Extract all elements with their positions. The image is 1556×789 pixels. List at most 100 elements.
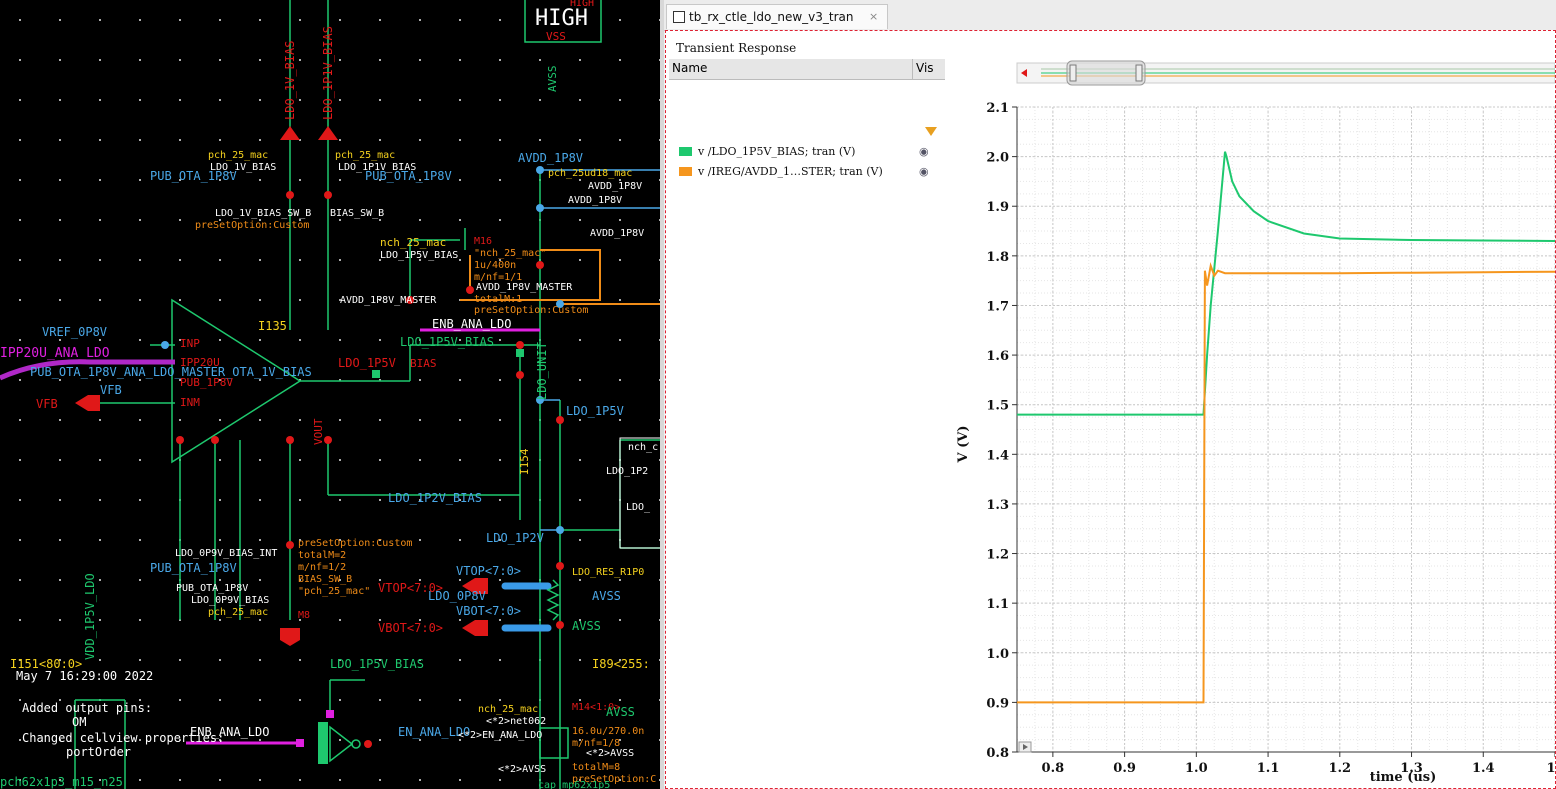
label-pub-ota-c: PUB_OTA_1P8V xyxy=(176,583,248,594)
y-tick-label: 2.0 xyxy=(986,151,1009,166)
label-avss-a: AVSS xyxy=(592,589,621,603)
label-avdd-master-b: AVDD_1P8V_MASTER xyxy=(340,295,437,306)
eye-icon[interactable]: ◉ xyxy=(919,143,929,161)
x-tick-label: 1.4 xyxy=(1472,761,1495,776)
label-nch25-quote: "nch_25_mac" xyxy=(474,248,546,259)
y-tick-label: 0.8 xyxy=(986,746,1009,761)
label-ldo-1p1v-bias: LDO_1P1V_BIAS xyxy=(321,26,335,120)
tab-bar: tb_rx_ctle_ldo_new_v3_tran × xyxy=(664,0,1556,31)
label-vss: VSS xyxy=(546,30,566,43)
signal-name: v /LDO_1P5V_BIAS; tran (V) xyxy=(698,145,856,158)
y-tick-label: 1.2 xyxy=(986,548,1009,563)
label-high-small: HIGH xyxy=(570,0,594,9)
signal-row-avdd-master[interactable]: v /IREG/AVDD_1…STER; tran (V) ◉ xyxy=(679,163,929,181)
label-pub-ota-right: PUB_OTA_1P8V xyxy=(365,169,452,183)
signal-row-ldo-1p5v-bias[interactable]: v /LDO_1P5V_BIAS; tran (V) ◉ xyxy=(679,143,929,161)
label-totalm1: totalM:1 xyxy=(474,294,522,305)
label-wl-16u: 16.0u/270.0n xyxy=(572,726,644,737)
label-enb-ana-ldo-b: ENB_ANA_LDO xyxy=(190,725,269,739)
transient-chart[interactable]: 2.1 2.0 1.9 1.8 1.7 1.6 1.5 1.4 1.3 1.2 1.1 1.0 0.9 0… xyxy=(945,59,1555,788)
y-tick-label: 1.4 xyxy=(986,448,1009,463)
label-pch25-b: pch_25_mac xyxy=(335,150,395,161)
label-en-ana-ldo-2: <*2>EN_ANA_LDO xyxy=(458,730,542,741)
label-preset-2: preSetOption:Custom xyxy=(474,305,588,316)
close-icon[interactable]: × xyxy=(869,5,878,29)
tab-tb-rx-ctle-ldo[interactable]: tb_rx_ctle_ldo_new_v3_tran × xyxy=(666,4,888,29)
label-pub-ota-top: PUB_OTA_1P8V xyxy=(150,169,237,183)
y-tick-label: 1.5 xyxy=(986,399,1009,414)
label-wl-1u: 1u/400n xyxy=(474,260,516,271)
label-avss-3: <*2>AVSS xyxy=(498,764,546,775)
label-ldo-1p5v-bias-a: LDO_1P5V_BIAS xyxy=(380,250,458,261)
label-pch25-quote: "pch_25_mac" xyxy=(298,586,370,597)
label-bias-sw-b2: BIAS_SW_B xyxy=(298,574,352,585)
y-axis-label: V (V) xyxy=(956,425,971,463)
zoom-window-handle[interactable] xyxy=(1066,60,1146,86)
label-i154: I154 xyxy=(518,448,531,475)
label-pub-ota-b: PUB_OTA_1P8V xyxy=(150,561,237,575)
label-ldo-1p2v: LDO_1P2V xyxy=(486,531,544,545)
label-vdd-1p5v-ldo: VDD_1P5V_LDO xyxy=(83,573,97,660)
x-axis-label: time (us) xyxy=(1370,770,1437,785)
label-vtop-right: VTOP<7:0> xyxy=(456,564,521,578)
label-pub-ota-long: PUB_OTA_1P8V_ANA_LDO_MASTER_OTA_1V_BIAS xyxy=(30,365,312,379)
label-ipp20u: IPP20U_ANA_LDO xyxy=(0,346,110,361)
checkbox-icon[interactable] xyxy=(673,11,685,23)
label-vbot-right: VBOT<7:0> xyxy=(456,604,521,618)
x-tick-label: 1.0 xyxy=(1185,761,1208,776)
label-nch-c: nch_c xyxy=(628,442,658,453)
schematic-canvas[interactable]: HIGH HIGH VSS AVSS LDO_1V_BIAS LDO_1P1V_… xyxy=(0,0,660,789)
label-portorder: portOrder xyxy=(66,745,131,759)
label-avdd-d: AVDD_1P8V xyxy=(590,228,644,239)
label-preset-1: preSetOption:Custom xyxy=(195,220,309,231)
panel-title: Transient Response xyxy=(676,41,797,55)
label-pch25-a: pch_25_mac xyxy=(208,150,268,161)
signal-color-swatch xyxy=(679,147,692,156)
label-om: OM xyxy=(72,715,86,729)
label-avss-c: AVSS xyxy=(606,705,635,719)
label-nch25-m16: nch_25_mac xyxy=(380,236,446,249)
signal-list-panel: Name Vis v /LDO_1P5V_BIAS; tran (V) ◉ v … xyxy=(669,59,946,788)
label-totalm8: totalM=8 xyxy=(572,762,620,773)
label-pch-bottom: pch62x1p3_m15_n25 xyxy=(0,775,123,789)
label-ldo-1p2v-bias: LDO_1P2V_BIAS xyxy=(388,491,482,505)
label-enb-ana-ldo: ENB_ANA_LDO xyxy=(432,317,511,331)
label-high: HIGH xyxy=(535,6,588,31)
series-line-1[interactable] xyxy=(1017,261,1555,704)
label-ldo-1v-bias: LDO_1V_BIAS xyxy=(283,41,297,120)
label-ldo-1v-bias-sw-b: LDO_1V_BIAS_SW_B xyxy=(215,208,311,219)
label-pch25-c: pch_25_mac xyxy=(208,607,268,618)
label-inp: INP xyxy=(180,337,200,350)
label-vout: VOUT xyxy=(312,418,325,445)
label-m16: M16 xyxy=(474,236,492,247)
label-avss-top: AVSS xyxy=(546,66,559,93)
label-avdd-b: AVDD_1P8V xyxy=(588,181,642,192)
x-tick-label: 0.8 xyxy=(1042,761,1065,776)
label-bias-sw-b: BIAS_SW_B xyxy=(330,208,384,219)
schematic-drawing[interactable]: HIGH HIGH VSS AVSS LDO_1V_BIAS LDO_1P1V_… xyxy=(0,0,660,789)
label-i135: I135 xyxy=(258,319,287,333)
column-name-header[interactable]: Name xyxy=(672,61,707,75)
label-ldo-unit: LDO_UNIT xyxy=(535,342,549,400)
y-tick-label: 1.3 xyxy=(986,498,1009,513)
y-tick-label: 1.6 xyxy=(986,349,1009,364)
label-nch25-m14: nch_25_mac xyxy=(478,704,538,715)
label-i89: I89<255: xyxy=(592,657,650,671)
label-inm: INM xyxy=(180,396,200,409)
x-tick-label: 0.9 xyxy=(1113,761,1136,776)
filter-icon[interactable] xyxy=(925,127,937,136)
eye-icon[interactable]: ◉ xyxy=(919,163,929,181)
x-tick-label: 1.1 xyxy=(1257,761,1280,776)
label-ldo-0p8v: LDO_0P8V xyxy=(428,589,486,603)
label-added-pins: Added output pins: xyxy=(22,701,152,715)
signal-list-header: Name Vis xyxy=(669,59,945,80)
waveform-window: Transient Response Name Vis v /LDO_1P5V_… xyxy=(665,30,1556,789)
label-pub-1p8v: PUB_1P8V xyxy=(180,376,233,389)
y-tick-label: 1.7 xyxy=(986,299,1009,314)
label-vfb: VFB xyxy=(100,383,122,397)
column-vis-header[interactable]: Vis xyxy=(916,61,934,75)
y-tick-label: 0.9 xyxy=(986,696,1009,711)
label-ldo-1p5v-bias-c: LDO_1P5V_BIAS xyxy=(330,657,424,671)
label-cap-bottom: cap_mp62x1p5 xyxy=(538,780,610,789)
plot-area[interactable]: 2.1 2.0 1.9 1.8 1.7 1.6 1.5 1.4 1.3 1.2 1.1 1.0 0.9 0… xyxy=(945,59,1555,788)
